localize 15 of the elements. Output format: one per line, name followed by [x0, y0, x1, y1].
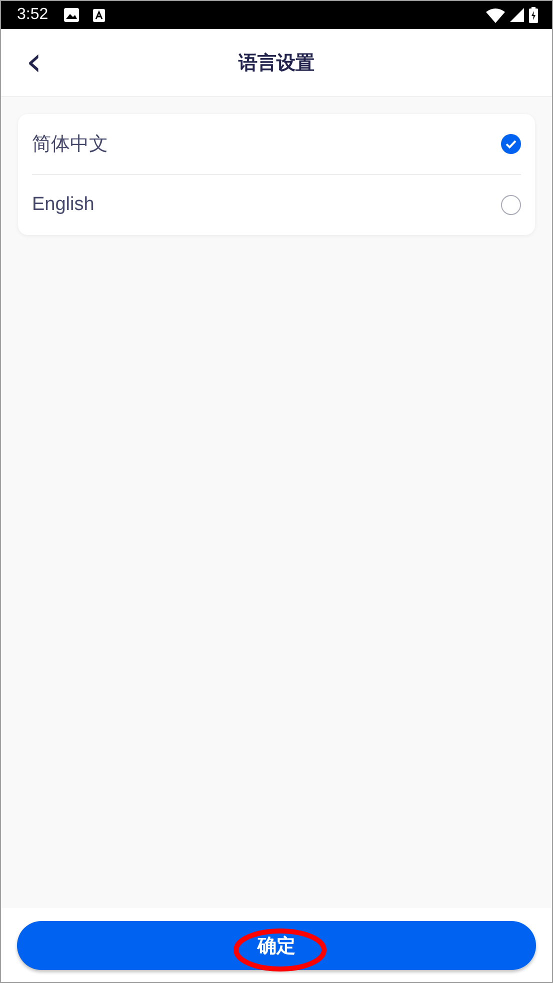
image-icon — [64, 8, 80, 22]
page-title: 语言设置 — [238, 52, 314, 76]
wifi-icon — [486, 8, 505, 22]
radio-icon[interactable] — [501, 195, 521, 215]
status-time: 3:52 — [17, 6, 48, 24]
language-label: 简体中文 — [32, 133, 109, 157]
signal-icon — [510, 8, 524, 22]
checked-radio-icon[interactable] — [501, 134, 521, 154]
battery-icon — [529, 7, 538, 23]
language-option[interactable]: 简体中文 — [32, 114, 521, 174]
back-button[interactable]: ‹ — [19, 44, 49, 80]
confirm-button[interactable]: 确定 — [17, 921, 536, 970]
font-icon — [93, 8, 106, 22]
language-label: English — [32, 194, 96, 216]
language-option[interactable]: English — [32, 174, 521, 235]
